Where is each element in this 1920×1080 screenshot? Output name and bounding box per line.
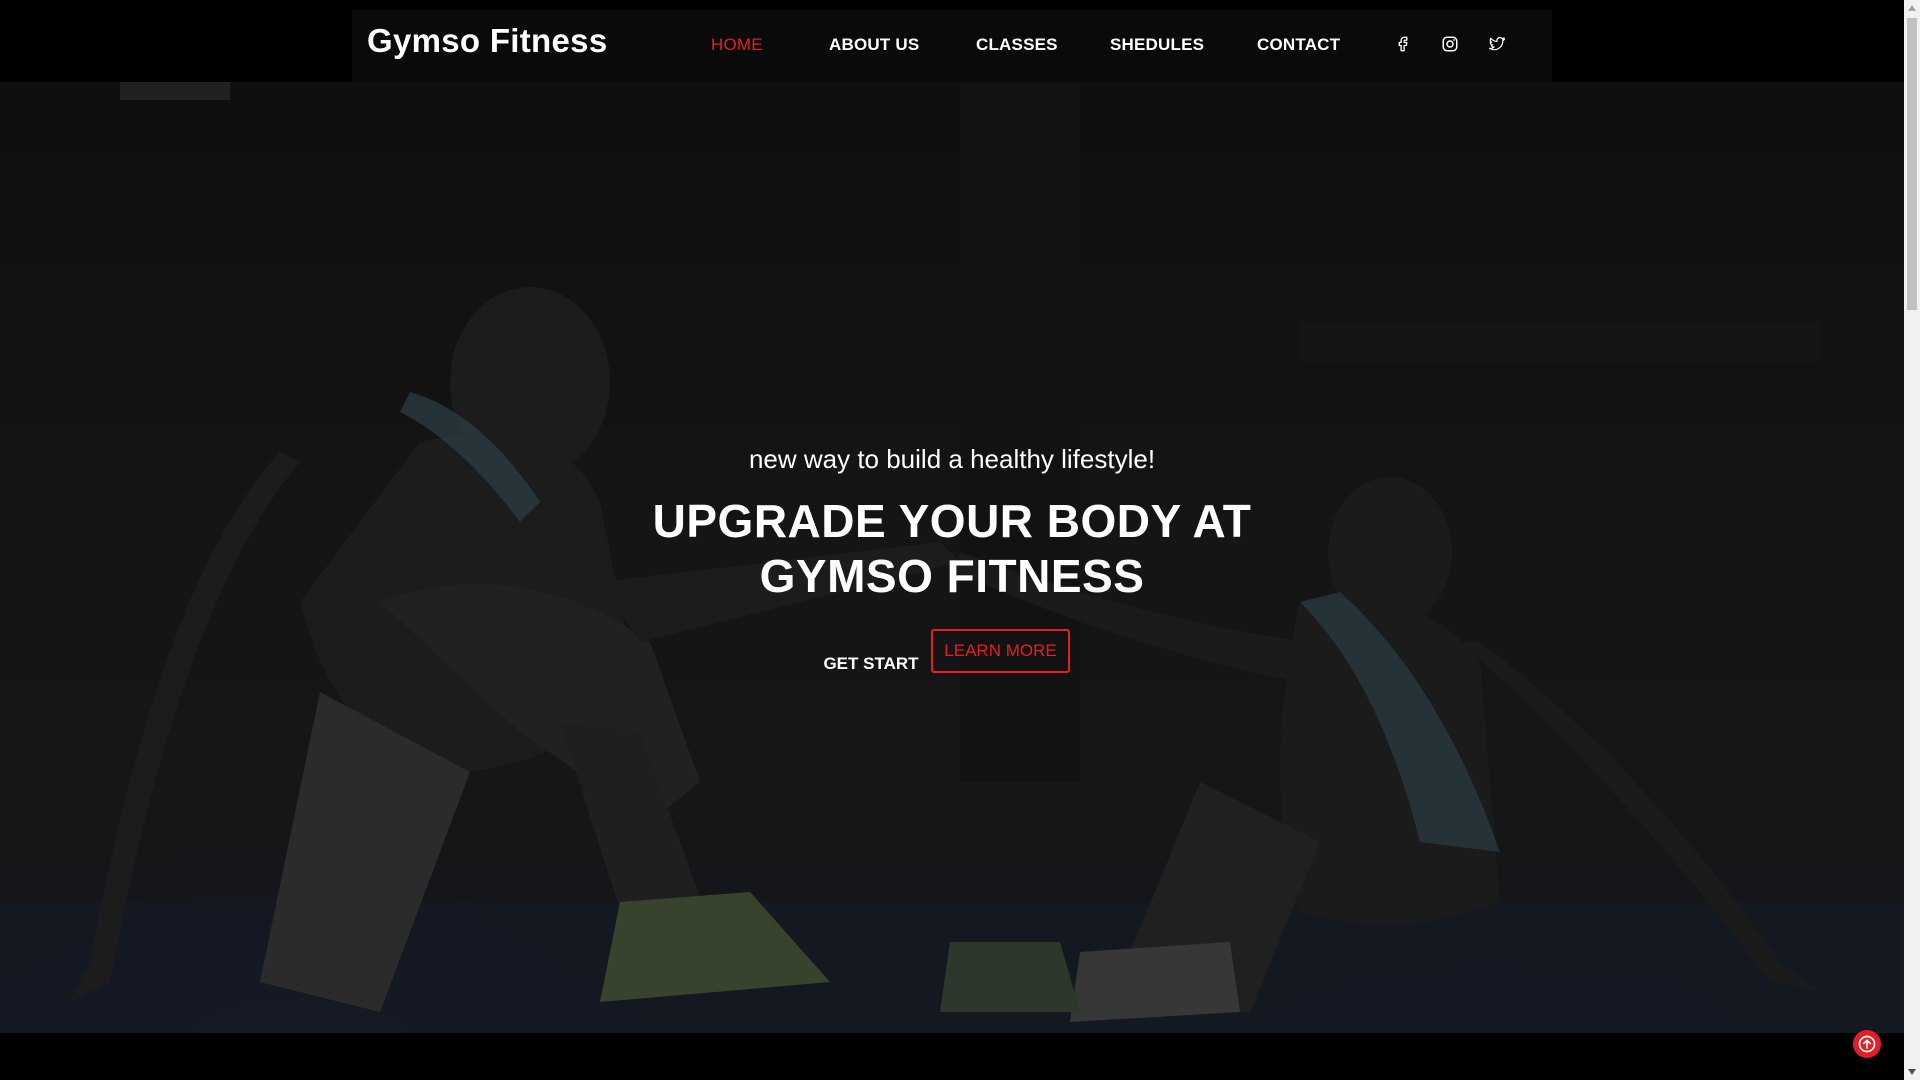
hero-headline-line-1: UPGRADE YOUR BODY AT	[652, 495, 1252, 547]
hero-tagline: new way to build a healthy lifestyle!	[748, 444, 1156, 474]
arrow-up-circle-icon[interactable]	[1853, 1030, 1881, 1058]
nav-item-shedules[interactable]: SHEDULES	[1110, 35, 1204, 55]
learn-more-button[interactable]: LEARN MORE	[931, 629, 1070, 673]
scrollbar-thumb[interactable]	[1907, 18, 1917, 310]
twitter-icon[interactable]	[1487, 34, 1507, 54]
top-navbar: Gymso Fitness HOME ABOUT US CLASSES SHED…	[0, 0, 1904, 82]
scroll-down-arrow-icon[interactable]	[1904, 1064, 1920, 1080]
page-scrollbar[interactable]	[1904, 0, 1920, 1080]
facebook-icon[interactable]	[1393, 34, 1413, 54]
instagram-icon[interactable]	[1440, 34, 1460, 54]
scroll-up-arrow-icon[interactable]	[1904, 0, 1920, 16]
nav-item-about-us[interactable]: ABOUT US	[829, 35, 919, 55]
next-section-top	[0, 1033, 1904, 1080]
hero-section: new way to build a healthy lifestyle! UP…	[0, 82, 1904, 1033]
nav-item-contact[interactable]: CONTACT	[1257, 35, 1340, 55]
get-start-button[interactable]: GET START	[816, 642, 926, 686]
hero-headline-line-2: GYMSO FITNESS	[759, 550, 1145, 602]
hero-content: new way to build a healthy lifestyle! UP…	[0, 82, 1904, 1033]
brand-logo[interactable]: Gymso Fitness	[367, 22, 607, 60]
nav-item-classes[interactable]: CLASSES	[976, 35, 1058, 55]
hero-headline: UPGRADE YOUR BODY AT GYMSO FITNESS	[0, 494, 1904, 604]
page: new way to build a healthy lifestyle! UP…	[0, 0, 1920, 1080]
nav-item-home[interactable]: HOME	[711, 35, 763, 55]
